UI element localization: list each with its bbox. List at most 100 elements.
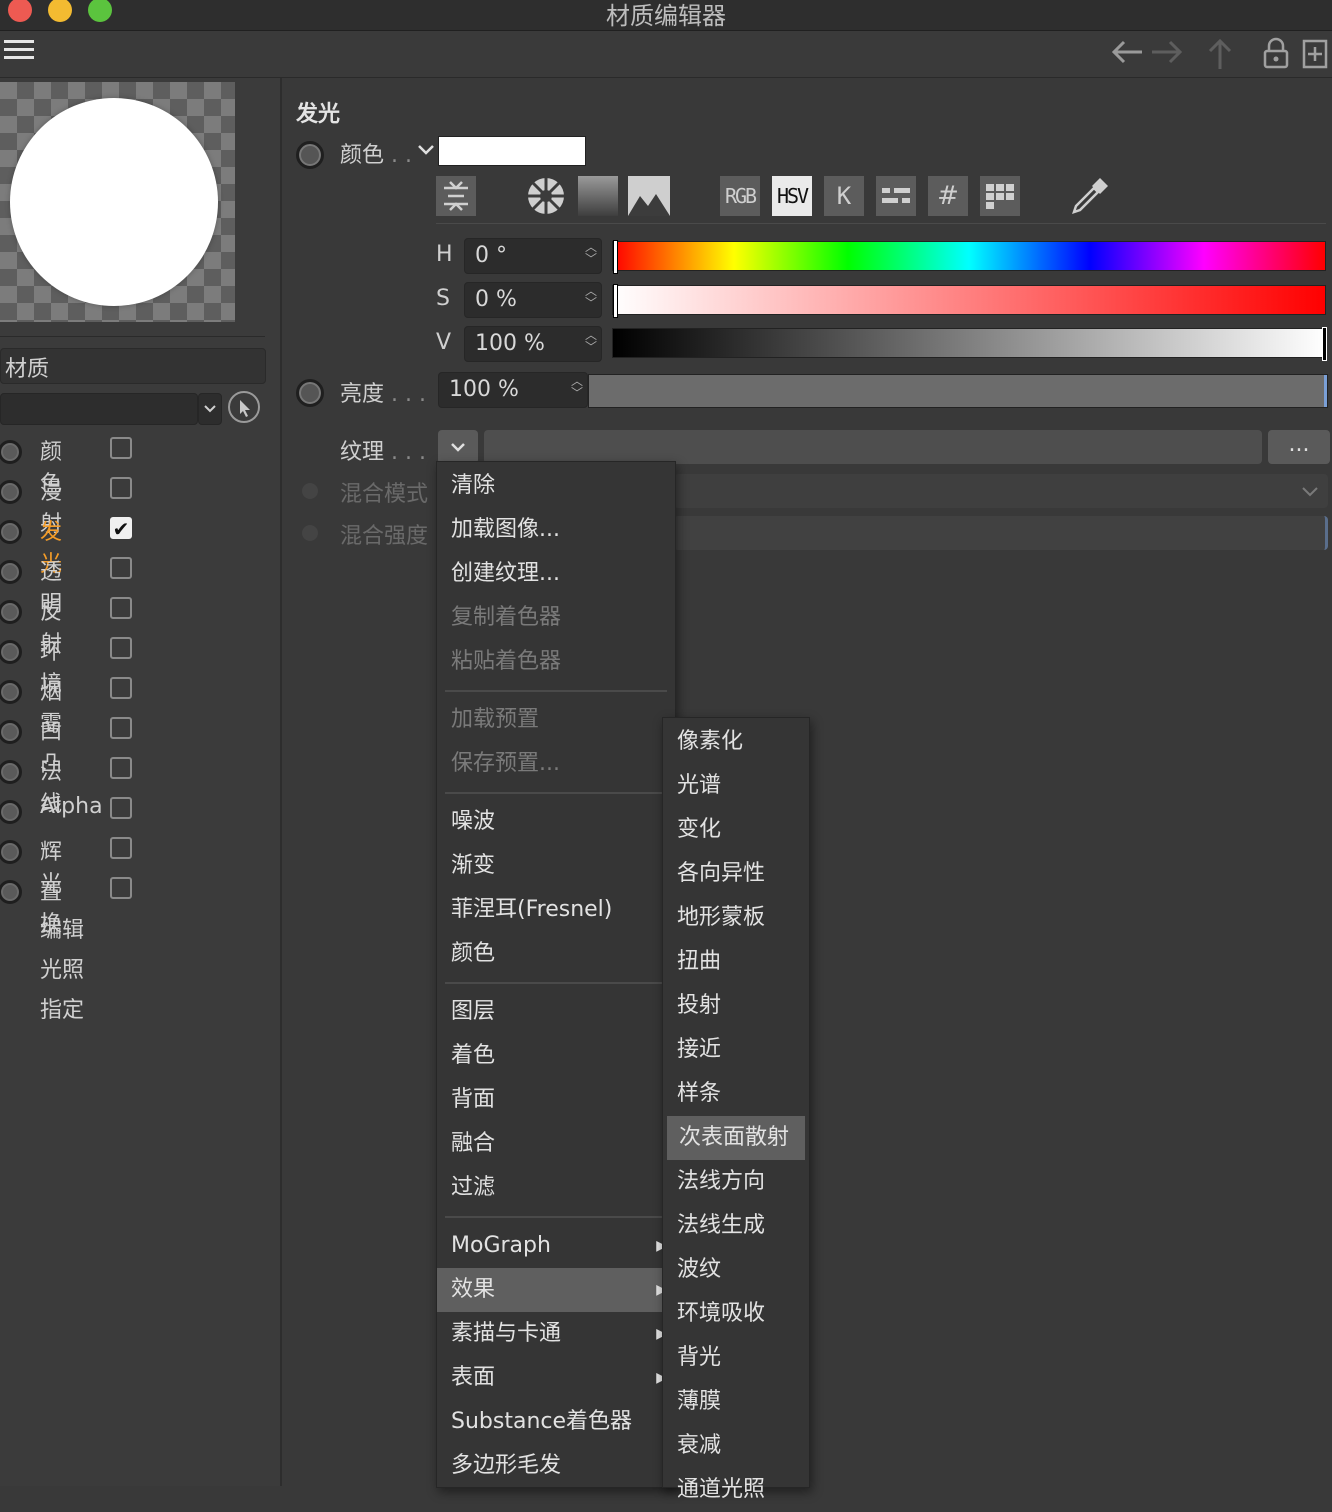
texture-dropdown-button[interactable] (438, 430, 478, 464)
color-swatch[interactable] (438, 136, 586, 166)
submenu-item[interactable]: 光谱 (663, 764, 809, 808)
brightness-animate-radio[interactable] (296, 379, 324, 407)
texture-more-button[interactable]: ... (1268, 430, 1330, 464)
chevron-down-icon[interactable] (416, 138, 436, 162)
lock-icon[interactable] (1262, 37, 1290, 79)
submenu-item[interactable]: 法线方向 (663, 1160, 809, 1204)
channel-checkbox[interactable] (110, 797, 132, 819)
blend-mode-select[interactable] (674, 474, 1328, 508)
menu-item[interactable]: 过滤 (437, 1166, 675, 1210)
new-window-icon[interactable] (1302, 37, 1330, 79)
h-input[interactable]: 0 ° ︿ ﹀ (464, 238, 602, 274)
submenu-item[interactable]: 投射 (663, 984, 809, 1028)
brightness-slider[interactable] (588, 374, 1328, 408)
slider-handle[interactable] (613, 284, 618, 318)
chevron-down-icon[interactable] (198, 393, 222, 425)
submenu-item[interactable]: 背光 (663, 1336, 809, 1380)
menu-item[interactable]: 表面▶ (437, 1356, 675, 1400)
menu-item[interactable]: MoGraph▶ (437, 1224, 675, 1268)
submenu-item[interactable]: 次表面散射 (667, 1116, 805, 1160)
swatches-grid-icon[interactable] (980, 176, 1020, 216)
channel-checkbox[interactable] (110, 597, 132, 619)
hue-slider[interactable] (612, 240, 1326, 274)
arrow-left-icon[interactable] (1110, 39, 1144, 73)
slider-handle[interactable] (1322, 327, 1327, 361)
s-input[interactable]: 0 % ︿ ﹀ (464, 282, 602, 318)
submenu-item[interactable]: 薄膜 (663, 1380, 809, 1424)
v-input[interactable]: 100 % ︿ ﹀ (464, 326, 602, 362)
channel-checkbox[interactable] (110, 477, 132, 499)
material-name-field[interactable]: 材质 (0, 348, 266, 384)
channel-checkbox[interactable] (110, 677, 132, 699)
stepper-icon[interactable]: ︿ ﹀ (585, 241, 597, 265)
texture-field[interactable] (484, 430, 1262, 464)
submenu-item[interactable]: 变化 (663, 808, 809, 852)
stepper-icon[interactable]: ︿ ﹀ (571, 375, 583, 399)
menu-item[interactable]: 保存预置... (437, 742, 675, 786)
mixer-icon[interactable] (876, 176, 916, 216)
channel-checkbox[interactable] (110, 557, 132, 579)
blend-strength-radio[interactable] (302, 525, 318, 541)
submenu-item[interactable]: 衰减 (663, 1424, 809, 1468)
stepper-icon[interactable]: ︿ ﹀ (585, 329, 597, 353)
eyedropper-icon[interactable] (1068, 176, 1112, 216)
arrow-right-icon[interactable] (1150, 39, 1184, 73)
layer-select[interactable] (0, 393, 198, 425)
pointer-pick-icon[interactable] (228, 391, 260, 423)
hsv-mode-button[interactable]: HSV (772, 176, 812, 216)
submenu-item[interactable]: 扭曲 (663, 940, 809, 984)
extra-assign[interactable]: 指定 (40, 992, 84, 1024)
submenu-item[interactable]: 样条 (663, 1072, 809, 1116)
channel-checkbox[interactable] (110, 757, 132, 779)
menu-item[interactable]: 复制着色器 (437, 596, 675, 640)
menu-item[interactable]: 融合 (437, 1122, 675, 1166)
menu-item[interactable]: 加载预置 (437, 698, 675, 742)
brightness-input[interactable]: 100 % ︿ ﹀ (438, 372, 588, 408)
hamburger-icon[interactable] (4, 37, 34, 71)
menu-item[interactable]: 颜色 (437, 932, 675, 976)
channel-checkbox[interactable]: ✔ (110, 517, 132, 539)
image-picker-icon[interactable] (628, 176, 670, 216)
menu-item[interactable]: 多边形毛发 (437, 1444, 675, 1488)
spectrum-icon[interactable] (578, 176, 618, 216)
submenu-item[interactable]: 波纹 (663, 1248, 809, 1292)
menu-item[interactable]: 着色 (437, 1034, 675, 1078)
menu-item[interactable]: 噪波 (437, 800, 675, 844)
menu-item[interactable]: 创建纹理... (437, 552, 675, 596)
menu-item[interactable]: 素描与卡通▶ (437, 1312, 675, 1356)
submenu-item[interactable]: 像素化 (663, 720, 809, 764)
blend-mode-radio[interactable] (302, 483, 318, 499)
menu-item[interactable]: 渐变 (437, 844, 675, 888)
submenu-item[interactable]: 法线生成 (663, 1204, 809, 1248)
submenu-item[interactable]: 地形蒙板 (663, 896, 809, 940)
slider-handle[interactable] (613, 240, 618, 274)
submenu-item[interactable]: 各向异性 (663, 852, 809, 896)
color-animate-radio[interactable] (296, 141, 324, 169)
channel-checkbox[interactable] (110, 437, 132, 459)
hex-mode-button[interactable]: # (928, 176, 968, 216)
extra-illumination[interactable]: 光照 (40, 952, 84, 984)
menu-item[interactable]: Substance着色器 (437, 1400, 675, 1444)
menu-item[interactable]: 粘贴着色器 (437, 640, 675, 684)
kelvin-mode-button[interactable]: K (824, 176, 864, 216)
channel-checkbox[interactable] (110, 637, 132, 659)
collapse-icon[interactable] (436, 176, 476, 216)
channel-checkbox[interactable] (110, 717, 132, 739)
menu-item[interactable]: 菲涅耳(Fresnel) (437, 888, 675, 932)
menu-item[interactable]: 加载图像... (437, 508, 675, 552)
submenu-item[interactable]: 接近 (663, 1028, 809, 1072)
menu-item[interactable]: 效果▶ (437, 1268, 675, 1312)
rgb-mode-button[interactable]: RGB (720, 176, 760, 216)
stepper-icon[interactable]: ︿ ﹀ (585, 285, 597, 309)
blend-strength-slider[interactable] (674, 516, 1328, 550)
menu-item[interactable]: 背面 (437, 1078, 675, 1122)
channel-checkbox[interactable] (110, 877, 132, 899)
color-wheel-icon[interactable] (524, 176, 568, 216)
value-slider[interactable] (612, 327, 1327, 361)
menu-item[interactable]: 图层 (437, 990, 675, 1034)
submenu-item[interactable]: 环境吸收 (663, 1292, 809, 1336)
arrow-up-icon[interactable] (1206, 37, 1234, 79)
channel-checkbox[interactable] (110, 837, 132, 859)
submenu-item[interactable]: 通道光照 (663, 1468, 809, 1512)
saturation-slider[interactable] (612, 284, 1326, 318)
